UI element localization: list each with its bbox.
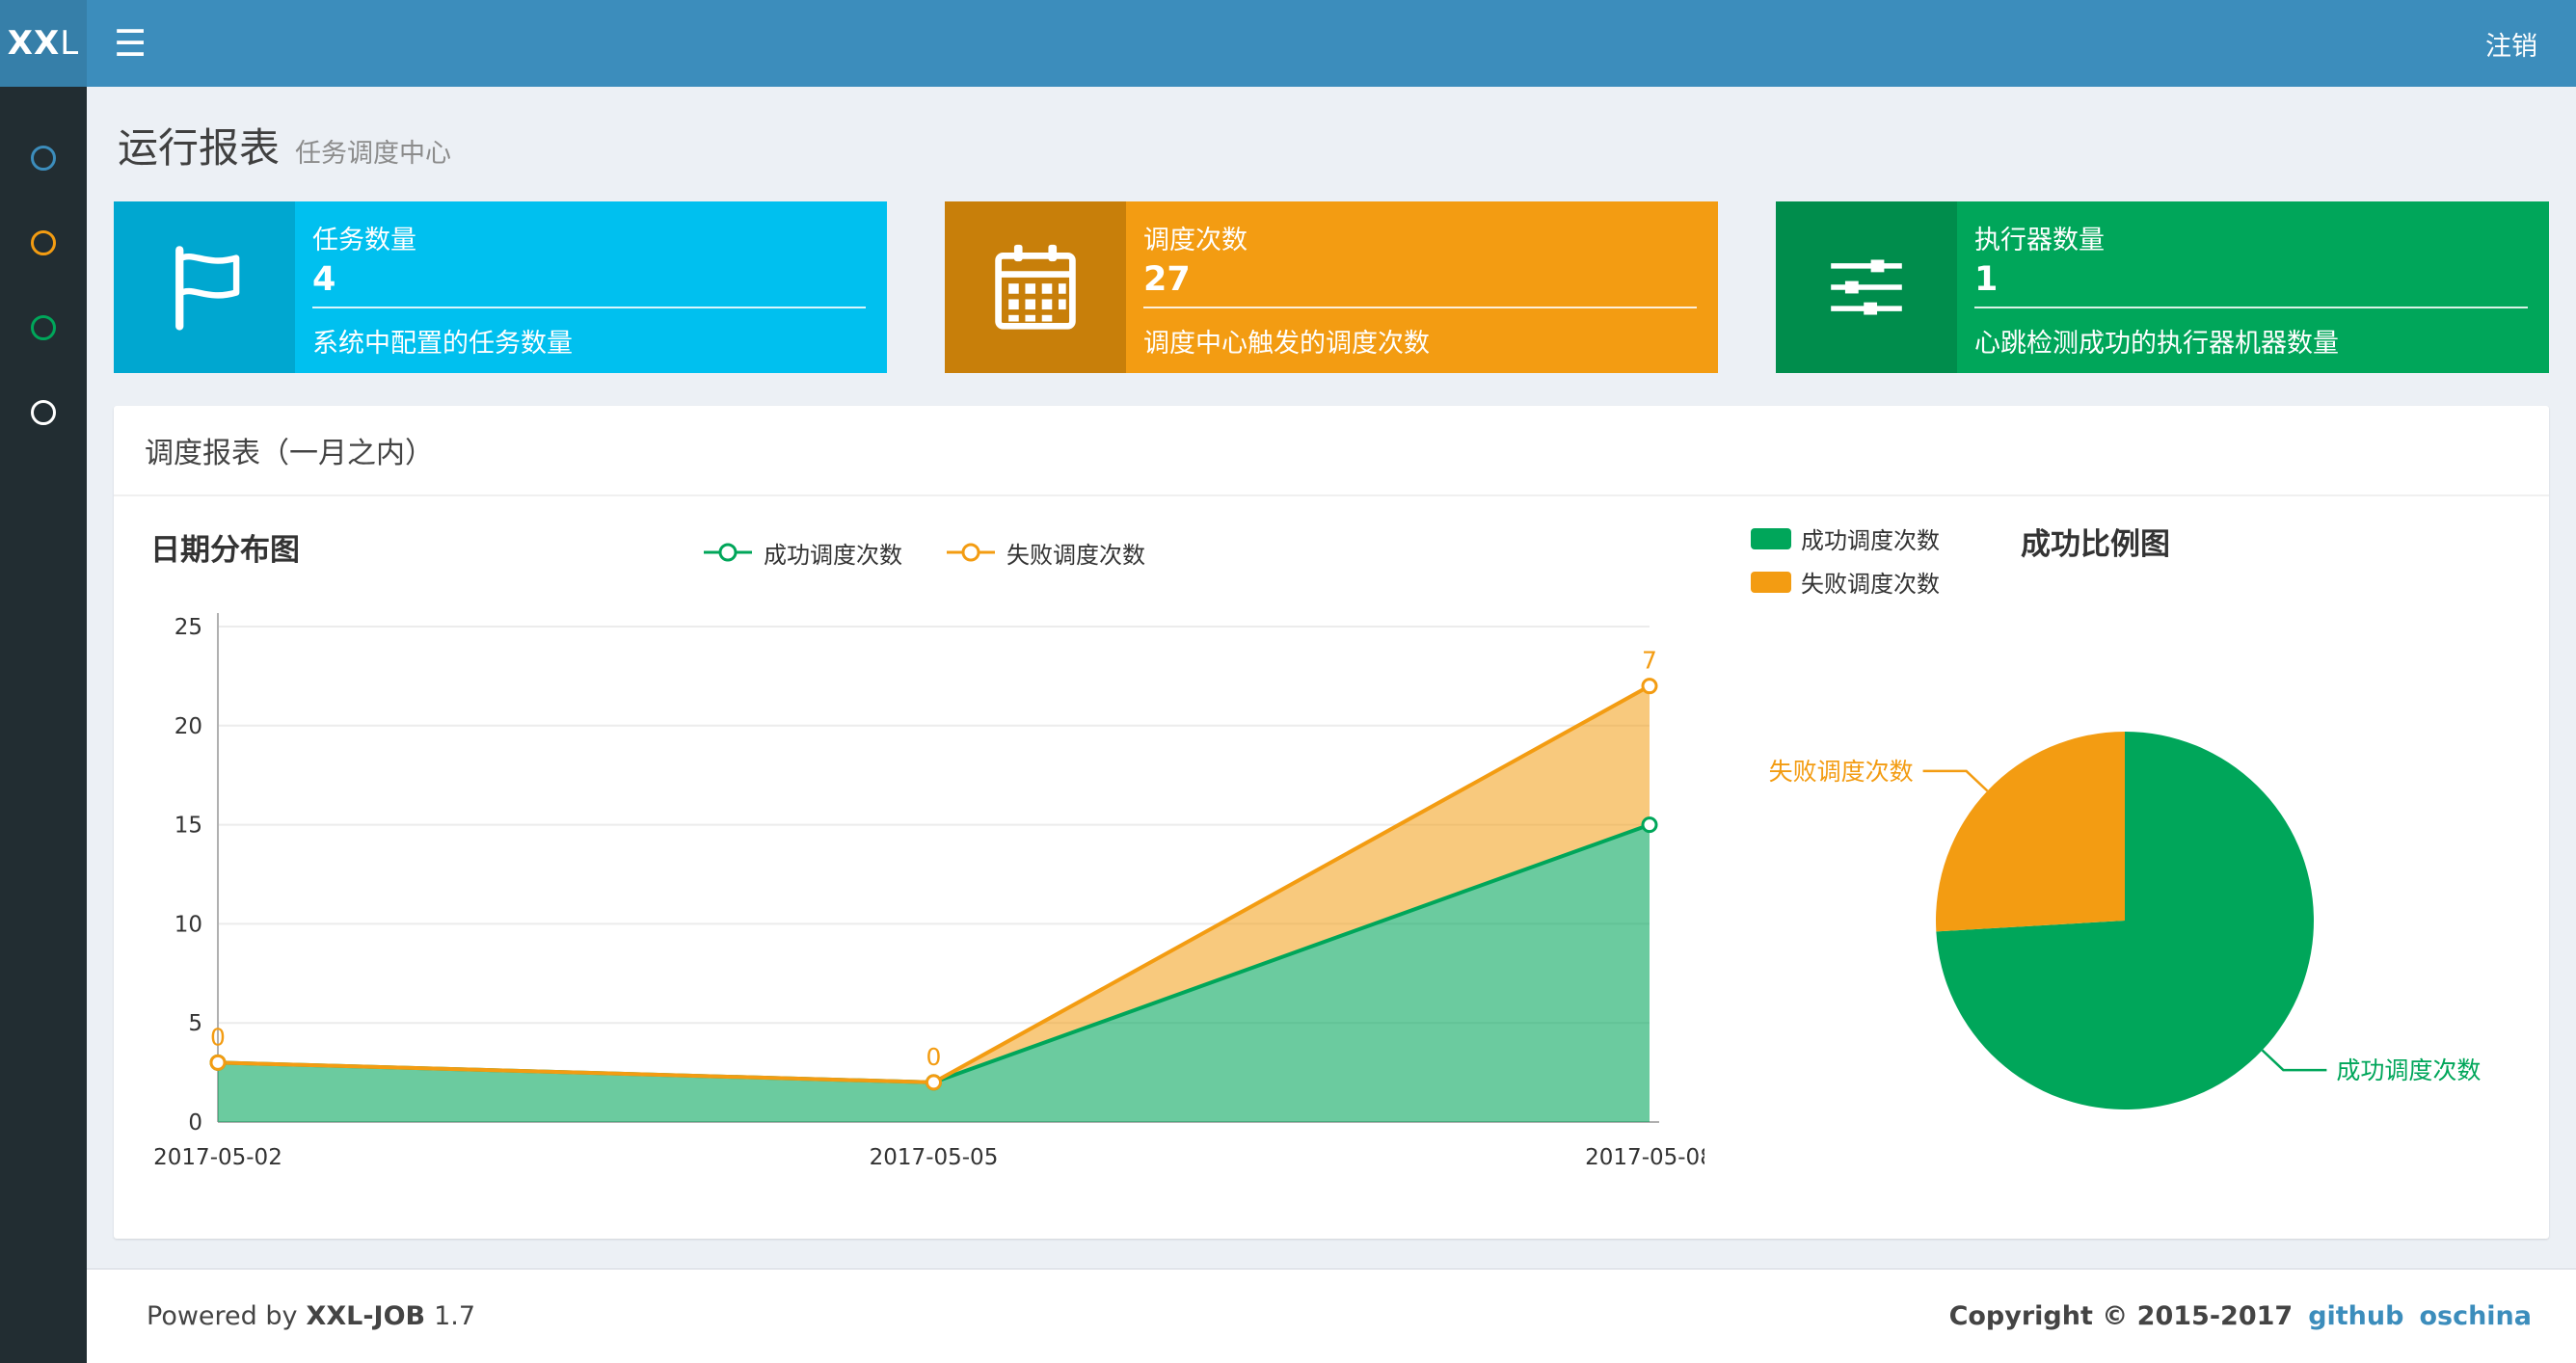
main-content: 运行报表 任务调度中心 任务数量 4 系统中配置的任务数量 调度次数 27 调度… [87, 87, 2576, 1269]
copyright-text: Copyright © 2015-2017 [1948, 1301, 2294, 1331]
svg-text:0: 0 [926, 1043, 942, 1071]
line-series-marker-icon [704, 543, 752, 562]
svg-text:15: 15 [174, 814, 202, 839]
line-chart-title: 日期分布图 [150, 533, 300, 568]
page-subtitle: 任务调度中心 [295, 139, 452, 169]
sidebar-item-glue[interactable] [0, 370, 87, 455]
legend-label: 失败调度次数 [1006, 541, 1145, 569]
info-box-title: 调度次数 [1143, 226, 1248, 255]
legend-swatch-icon [1751, 527, 1791, 549]
info-box-description: 系统中配置的任务数量 [312, 329, 573, 359]
info-box-value: 27 [1143, 260, 1191, 299]
success-ratio-chart: 成功调度次数 失败调度次数 成功比例图 成功调度次数 失败调度次数 [1751, 521, 2551, 1204]
info-box-icon-area [945, 201, 1126, 373]
footer-right: Copyright © 2015-2017 github oschina [1949, 1301, 2532, 1331]
navbar-spacer [174, 0, 2447, 87]
logo-text-light: L [60, 24, 80, 63]
panel-body: 日期分布图 成功调度次数 失败调度次数 0 5 10 15 20 25 2017… [114, 496, 2549, 1239]
logo-text-bold: XX [7, 24, 61, 63]
info-box-description: 心跳检测成功的执行器机器数量 [1974, 329, 2339, 359]
hamburger-icon: ☰ [113, 22, 148, 65]
legend-label: 成功调度次数 [1801, 527, 1940, 554]
line-chart-header: 日期分布图 成功调度次数 失败调度次数 [143, 521, 1704, 583]
sidebar-item-report[interactable] [0, 116, 87, 200]
circle-outline-icon [31, 146, 56, 171]
content-header: 运行报表 任务调度中心 [87, 87, 2576, 188]
legend-item-success[interactable]: 成功调度次数 [1751, 521, 1940, 555]
info-box-body: 执行器数量 1 心跳检测成功的执行器机器数量 [1957, 201, 2549, 373]
pie-chart-legend: 成功调度次数 失败调度次数 [1751, 521, 1940, 599]
info-box-body: 调度次数 27 调度中心触发的调度次数 [1126, 201, 1718, 373]
svg-text:25: 25 [174, 615, 202, 640]
sidebar-item-job-log[interactable] [0, 285, 87, 370]
pie-chart-title: 成功比例图 [2021, 527, 2170, 562]
info-box-description: 调度中心触发的调度次数 [1143, 329, 1430, 359]
github-link[interactable]: github [2308, 1301, 2403, 1331]
brand-version: 1.7 [434, 1301, 476, 1331]
info-box-row: 任务数量 4 系统中配置的任务数量 调度次数 27 调度中心触发的调度次数 执行… [114, 201, 2549, 373]
info-box-title: 任务数量 [312, 226, 416, 255]
brand-name: XXL-JOB [306, 1301, 426, 1331]
info-box-trigger-count: 调度次数 27 调度中心触发的调度次数 [945, 201, 1718, 373]
top-navbar: XX L ☰ 注销 [0, 0, 2576, 87]
info-box-executor-count: 执行器数量 1 心跳检测成功的执行器机器数量 [1776, 201, 2549, 373]
svg-text:0: 0 [210, 1023, 226, 1051]
stacked-area-chart-canvas: 05101520252017-05-02 2017-05-05 2017-05-08… [153, 613, 1704, 1170]
app-logo[interactable]: XX L [0, 0, 87, 87]
info-box-value: 1 [1974, 260, 1999, 299]
panel-title: 调度报表（一月之内） [114, 406, 2549, 496]
flag-icon [175, 246, 240, 331]
svg-text:7: 7 [1642, 647, 1657, 675]
sidebar [0, 87, 87, 1363]
logout-link[interactable]: 注销 [2447, 0, 2576, 87]
info-box-title: 执行器数量 [1974, 226, 2105, 255]
pie-chart-canvas: 成功调度次数 失败调度次数 [1769, 732, 2481, 1109]
svg-text:2017-05-05: 2017-05-05 [870, 1145, 999, 1170]
circle-outline-icon [31, 230, 56, 255]
sidebar-toggle-button[interactable]: ☰ [87, 0, 174, 87]
circle-outline-icon [31, 400, 56, 425]
oschina-link[interactable]: oschina [2419, 1301, 2532, 1331]
info-box-value: 4 [312, 260, 336, 299]
svg-text:2017-05-08: 2017-05-08 [1585, 1145, 1704, 1170]
svg-text:5: 5 [188, 1011, 202, 1036]
svg-text:2017-05-02: 2017-05-02 [153, 1145, 282, 1170]
line-chart-legend: 成功调度次数 失败调度次数 [702, 536, 1145, 570]
info-box-job-count: 任务数量 4 系统中配置的任务数量 [114, 201, 887, 373]
page-title: 运行报表 [118, 124, 281, 172]
svg-text:失败调度次数: 失败调度次数 [1769, 758, 1914, 786]
legend-item-success[interactable]: 成功调度次数 [702, 536, 902, 570]
svg-text:0: 0 [188, 1110, 202, 1136]
pie-chart-header: 成功调度次数 失败调度次数 成功比例图 [1751, 521, 2551, 599]
powered-prefix: Powered by [147, 1301, 298, 1331]
powered-by: Powered by XXL-JOB 1.7 [147, 1301, 475, 1331]
line-series-marker-icon [947, 543, 995, 562]
svg-text:10: 10 [174, 912, 202, 937]
date-distribution-chart: 日期分布图 成功调度次数 失败调度次数 0 5 10 15 20 25 2017… [143, 521, 1704, 1204]
sidebar-item-job-manage[interactable] [0, 200, 87, 285]
svg-text:20: 20 [174, 714, 202, 739]
legend-label: 失败调度次数 [1801, 571, 1940, 598]
legend-item-fail[interactable]: 失败调度次数 [1751, 565, 1940, 599]
legend-item-fail[interactable]: 失败调度次数 [945, 536, 1145, 570]
info-box-icon-area [1776, 201, 1957, 373]
circle-outline-icon [31, 315, 56, 340]
legend-label: 成功调度次数 [764, 541, 902, 569]
info-box-body: 任务数量 4 系统中配置的任务数量 [295, 201, 887, 373]
calendar-icon [995, 244, 1076, 330]
svg-text:成功调度次数: 成功调度次数 [2336, 1056, 2481, 1084]
sliders-icon [1831, 259, 1902, 315]
app-root: XX L ☰ 注销 运行报表 任务调度中心 任务数量 4 系统中配置的任务数量 … [0, 0, 2576, 1363]
info-box-icon-area [114, 201, 295, 373]
footer: Powered by XXL-JOB 1.7 Copyright © 2015-… [87, 1269, 2576, 1363]
report-panel: 调度报表（一月之内） 日期分布图 成功调度次数 失败调度次数 0 5 10 15… [114, 406, 2549, 1239]
legend-swatch-icon [1751, 571, 1791, 593]
